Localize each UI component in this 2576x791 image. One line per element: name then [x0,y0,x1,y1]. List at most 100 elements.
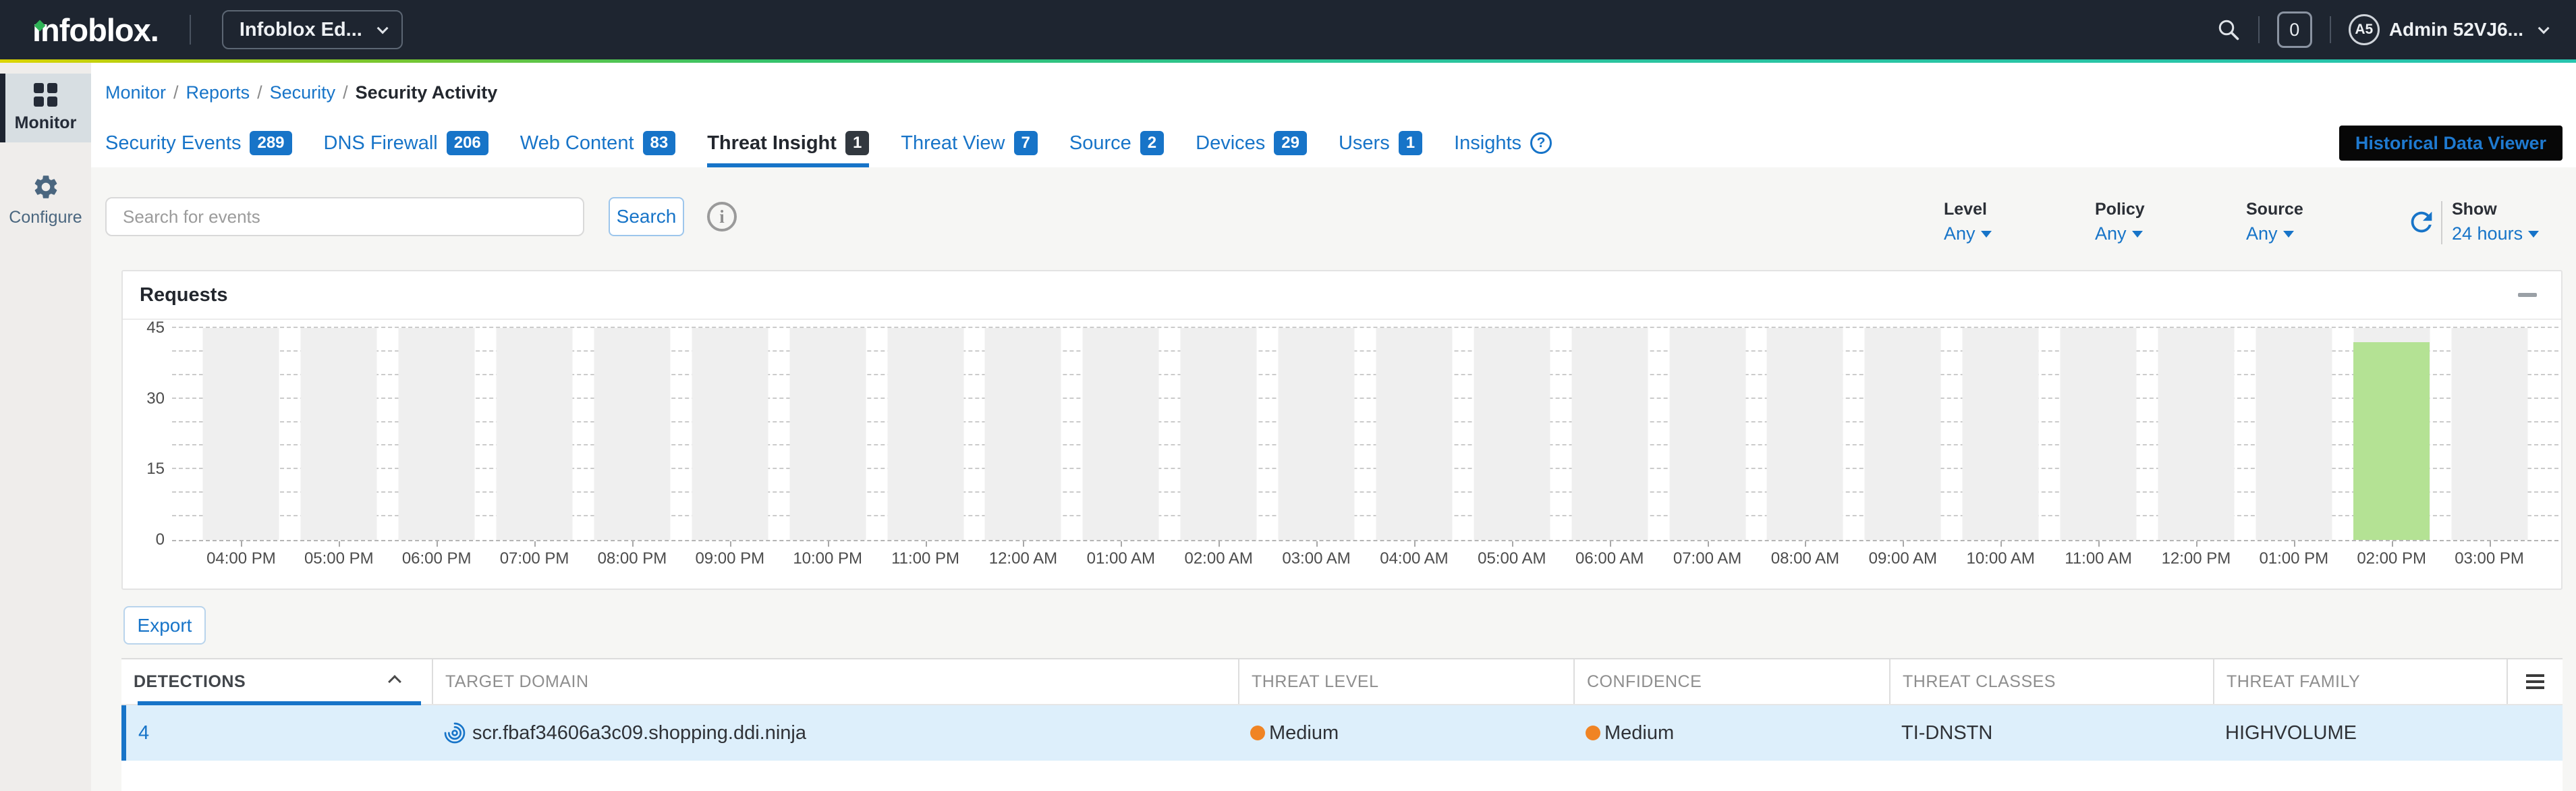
x-tick-label: 04:00 PM [206,549,276,568]
sidebar-item-configure[interactable]: Configure [0,163,91,237]
filter-value-dropdown[interactable]: Any [1944,223,2095,244]
tab-label: Source [1069,132,1131,155]
col-header-target-domain[interactable]: TARGET DOMAIN [432,659,1238,704]
hour-band [2353,328,2430,540]
historical-data-viewer-button[interactable]: Historical Data Viewer [2339,126,2563,161]
column-label: THREAT FAMILY [2227,672,2360,692]
x-tick-label: 09:00 PM [695,549,764,568]
hour-band [497,328,573,540]
col-header-threat-classes[interactable]: THREAT CLASSES [1889,659,2213,704]
table-header-row: DETECTIONSTARGET DOMAINTHREAT LEVEL CONFI… [121,659,2563,705]
tab-dns-firewall[interactable]: DNS Firewall206 [324,131,488,167]
table-menu-icon[interactable] [2526,674,2544,689]
breadcrumb-link-security[interactable]: Security [270,82,336,103]
chart-hour-cell: 06:00 PM [388,328,486,540]
edition-selector-button[interactable]: Infoblox Ed... [222,10,403,49]
table-row[interactable]: 4scr.fbaf34606a3c09.shopping.ddi.ninjaMe… [121,705,2563,761]
col-header-detections[interactable]: DETECTIONS [121,659,432,704]
notification-count-badge[interactable]: 0 [2277,11,2312,48]
cell-target-domain: scr.fbaf34606a3c09.shopping.ddi.ninja [432,722,1238,744]
x-tick-label: 10:00 AM [1966,549,2034,568]
column-label: CONFIDENCE [1587,672,1702,692]
x-axis-tick [926,541,927,547]
x-tick-label: 02:00 PM [2357,549,2426,568]
app-root: ınfoblox. Infoblox Ed... 0 A5 Admin 52VJ… [0,0,2576,791]
breadcrumb-link-monitor[interactable]: Monitor [105,82,166,103]
cell-threat-family: HIGHVOLUME [2213,722,2507,744]
collapse-panel-icon[interactable] [2518,293,2537,297]
status-text: Medium [1604,722,1674,744]
hour-band [1865,328,1941,540]
sidebar-item-monitor[interactable]: Monitor [0,74,91,142]
tab-insights[interactable]: Insights? [1454,131,1552,167]
tab-label: Insights [1454,132,1521,155]
tab-label: Web Content [520,132,634,155]
tab-label: Security Events [105,132,241,155]
hour-band [203,328,279,540]
caret-down-icon [1981,231,1992,238]
x-tick-label: 06:00 AM [1575,549,1644,568]
chart-hour-cell: 12:00 PM [2148,328,2245,540]
chevron-down-icon[interactable] [2538,22,2550,34]
chart-cells: 04:00 PM05:00 PM06:00 PM07:00 PM08:00 PM… [172,328,2558,540]
hour-band [1181,328,1257,540]
tab-threat-view[interactable]: Threat View7 [901,131,1038,167]
topbar-divider [2330,16,2331,43]
search-button[interactable]: Search [609,197,684,236]
export-button[interactable]: Export [123,606,206,645]
help-icon[interactable]: ? [1530,132,1552,154]
x-axis-tick [730,541,731,547]
tab-threat-insight[interactable]: Threat Insight1 [707,131,869,167]
hour-band [2158,328,2234,540]
info-icon[interactable]: i [707,202,737,231]
chart-hour-cell: 02:00 PM [2343,328,2440,540]
x-axis-tick [828,541,829,547]
x-tick-label: 07:00 AM [1673,549,1741,568]
filter-value-dropdown[interactable]: Any [2095,223,2246,244]
hour-band [692,328,768,540]
col-header-threat-level[interactable]: THREAT LEVEL [1238,659,1573,704]
show-label: Show [2452,200,2539,219]
x-tick-label: 12:00 PM [2162,549,2231,568]
hour-band [2256,328,2332,540]
gear-icon [32,173,60,201]
breadcrumb-link-reports[interactable]: Reports [186,82,250,103]
search-input[interactable] [105,197,584,236]
infoblox-logo[interactable]: ınfoblox. [32,11,159,49]
search-icon[interactable] [2216,18,2241,42]
tab-users[interactable]: Users1 [1339,131,1422,167]
x-axis-tick [2196,541,2197,547]
filter-value-dropdown[interactable]: Any [2246,223,2397,244]
tab-count-badge: 289 [250,131,291,155]
hour-band [594,328,670,540]
tab-source[interactable]: Source2 [1069,131,1164,167]
tab-web-content[interactable]: Web Content83 [520,131,675,167]
cell-confidence: Medium [1573,722,1889,744]
tab-bar: Security Events 289 DNS Firewall206 Web Con… [105,131,1552,167]
hour-band [1376,328,1452,540]
tab-security-events[interactable]: Security Events 289 [105,131,292,167]
x-axis-tick [534,541,536,547]
x-axis-tick [1121,541,1122,547]
x-tick-label: 03:00 AM [1282,549,1350,568]
refresh-icon[interactable] [2406,207,2437,238]
x-axis-tick [1610,541,1611,547]
user-avatar[interactable]: A5 [2349,14,2380,45]
hour-band [985,328,1061,540]
cell-threat-classes: TI-DNSTN [1889,722,2213,744]
topbar-divider [2258,16,2260,43]
tab-label: DNS Firewall [324,132,438,155]
x-tick-label: 01:00 AM [1087,549,1155,568]
x-tick-label: 11:00 PM [891,549,959,568]
x-tick-label: 09:00 AM [1869,549,1937,568]
col-header-threat-family[interactable]: THREAT FAMILY [2213,659,2507,704]
topbar-divider [190,15,191,45]
caret-down-icon [2132,231,2143,238]
x-axis-tick [1903,541,1904,547]
hour-band [1474,328,1550,540]
col-header-confidence[interactable]: CONFIDENCE [1573,659,1889,704]
tab-devices[interactable]: Devices29 [1196,131,1307,167]
tab-label: Threat Insight [707,132,837,155]
chart-hour-cell: 01:00 AM [1072,328,1170,540]
show-value-dropdown[interactable]: 24 hours [2452,223,2539,244]
